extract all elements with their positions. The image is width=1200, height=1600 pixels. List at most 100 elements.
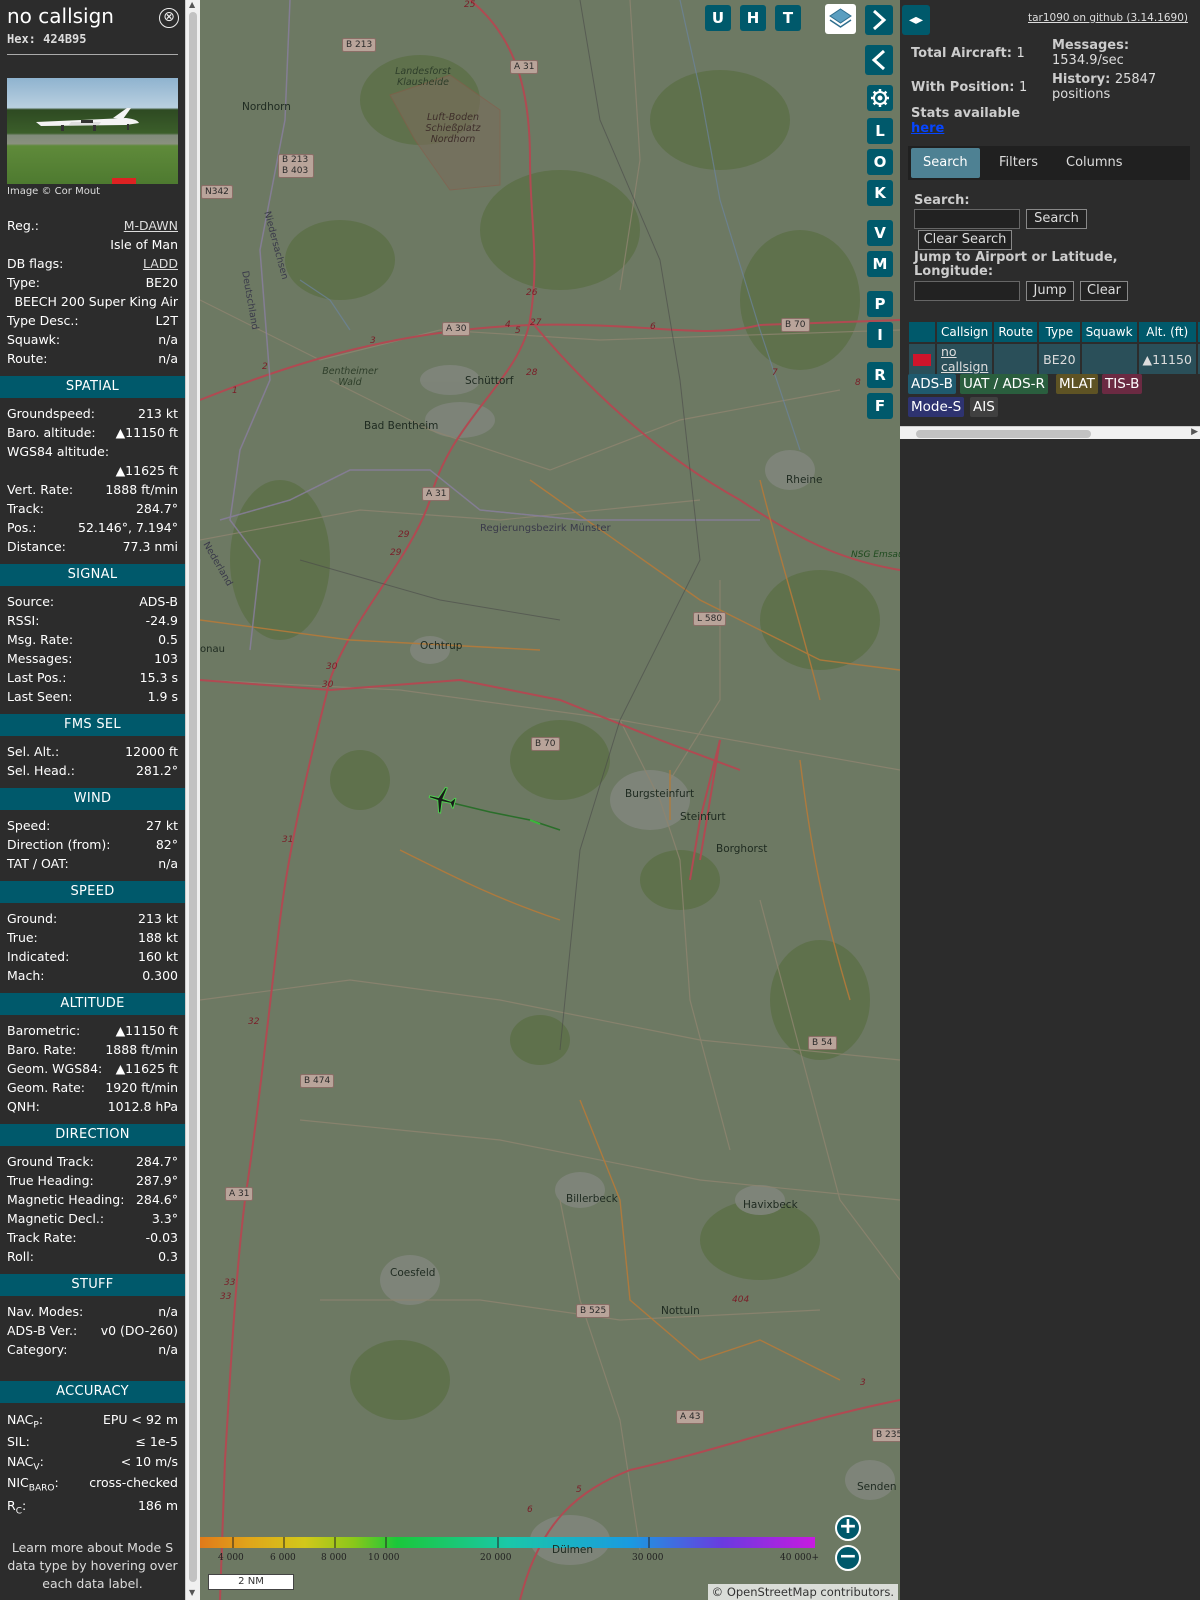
detail-label: TAT / OAT: [7,856,69,871]
hex-code: Hex: 424B95 [0,32,185,46]
button-m[interactable]: M [867,251,893,277]
close-icon[interactable]: ⊗ [159,8,179,28]
source-chip-uat-ads-r[interactable]: UAT / ADS-R [960,374,1048,394]
detail-value: 284.7° [135,501,178,516]
detail-label: Vert. Rate: [7,482,74,497]
detail-row: Squawk: n/a [0,330,185,349]
detail-row: DB flags: LADD [0,254,185,273]
junction-number: 3 [860,1378,866,1388]
zoom-out-button[interactable]: − [835,1545,861,1571]
tab-columns[interactable]: Columns [1054,148,1135,178]
detail-value[interactable]: M-DAWN [124,216,178,235]
sidebar-scrollbar[interactable]: ▲ ▼ [185,0,200,1600]
junction-number: 4 [505,320,511,330]
col-header-alt[interactable]: Alt. (ft) [1138,322,1196,342]
button-r[interactable]: R [867,362,893,388]
button-u[interactable]: U [705,5,731,31]
detail-row: True Heading: 287.9° [0,1171,185,1190]
button-f[interactable]: F [867,393,893,419]
detail-row: Geom. WGS84: ▲11625 ft [0,1059,185,1078]
button-h[interactable]: H [740,5,766,31]
button-k[interactable]: K [867,180,893,206]
button-t[interactable]: T [775,5,801,31]
col-header-flag[interactable] [909,322,935,342]
osm-link[interactable]: OpenStreetMap [727,1585,817,1599]
detail-value: L2T [155,313,178,328]
source-chip-mlat[interactable]: MLAT [1056,374,1098,394]
forest-label: Bentheimer Wald [322,366,378,388]
source-chip-ads-b[interactable]: ADS-B [908,374,956,394]
jump-button[interactable]: Jump [1026,281,1074,301]
junction-number: 30 [326,662,338,672]
toggle-sidebar-icon[interactable]: ◂▸ [902,5,930,35]
source-chip-mode-s[interactable]: Mode-S [908,397,965,417]
junction-number: 25 [464,0,476,10]
col-header-squawk[interactable]: Squawk [1081,322,1137,342]
col-header-callsign[interactable]: Callsign [937,322,993,342]
table-row[interactable]: no callsign BE20 ▲11150 [909,344,1200,374]
detail-label: Magnetic Decl.: [7,1211,105,1226]
button-l[interactable]: L [867,118,893,144]
aircraft-marker-icon[interactable] [427,785,457,815]
clear-button[interactable]: Clear [1080,281,1128,301]
scroll-right-icon[interactable]: ▶ [1191,427,1198,437]
chevron-right-icon[interactable] [865,5,893,35]
nicbaro-label: NICBARO: [7,1475,59,1494]
detail-row: Baro. altitude: ▲11150 ft [0,423,185,442]
zoom-in-button[interactable]: + [835,1515,861,1541]
sidebar-scroll-thumb[interactable] [189,12,197,1582]
stats-link[interactable]: here [911,121,944,136]
aircraft-details-sidebar: no callsign ⊗ Hex: 424B95 Image © Cor Mo… [0,0,185,1600]
button-p[interactable]: P [867,291,893,317]
detail-value[interactable]: LADD [143,254,178,273]
rc-label: RC: [7,1498,27,1517]
gear-icon[interactable] [867,85,893,111]
jump-label: Jump to Airport or Latitude, Longitude: [914,250,1118,279]
legend-tick: 8 000 [321,1553,347,1563]
detail-row: Pos.: 52.146°, 7.194° [0,518,185,537]
source-chip-tis-b[interactable]: TIS-B [1102,374,1143,394]
detail-label: True: [7,930,38,945]
map-view[interactable]: Nordhorn Schüttorf Bad Bentheim Ochtrup … [200,0,900,1600]
layers-button[interactable] [825,4,856,34]
search-input[interactable] [914,209,1020,229]
junction-number: 8 [855,378,861,388]
nicbaro-value: cross-checked [89,1475,178,1490]
tab-search[interactable]: Search [911,148,980,178]
chevron-left-icon[interactable] [865,45,893,75]
nacp-value: EPU < 92 m [102,1412,178,1427]
section-header-direction: DIRECTION [0,1124,185,1146]
photo-credit: Image © Cor Mout [7,186,101,197]
source-chip-ais[interactable]: AIS [970,397,998,417]
col-header-type[interactable]: Type [1039,322,1080,342]
detail-label: Barometric: [7,1023,81,1038]
detail-row: Msg. Rate: 0.5 [0,630,185,649]
button-o[interactable]: O [867,149,893,175]
clear-search-button[interactable]: Clear Search [918,230,1012,250]
search-button[interactable]: Search [1026,209,1087,229]
detail-label: Track Rate: [7,1230,77,1245]
detail-value: 1920 ft/min [105,1080,178,1095]
detail-value: 27 kt [145,818,178,833]
tab-filters[interactable]: Filters [987,148,1050,178]
github-link[interactable]: tar1090 on github (3.14.1690) [1028,12,1188,24]
button-v[interactable]: V [867,220,893,246]
scroll-down-icon[interactable]: ▼ [189,1588,195,1597]
table-horizontal-scrollbar[interactable]: ▶ [900,426,1200,439]
horizontal-scroll-thumb[interactable] [916,430,1091,438]
place-label: Senden [857,1481,897,1493]
detail-row: Isle of Man [0,235,185,254]
place-label: Bad Bentheim [364,420,439,432]
detail-value: 160 kt [138,949,178,964]
jump-input[interactable] [914,281,1020,301]
callsign-cell[interactable]: no callsign [937,344,993,374]
junction-number: 31 [282,835,294,845]
col-header-route[interactable]: Route [994,322,1038,342]
aircraft-photo[interactable] [7,78,178,184]
road-tag: B 213 [342,38,377,52]
legend-tick: 20 000 [480,1553,512,1563]
scroll-up-icon[interactable]: ▲ [189,0,195,9]
place-label: Steinfurt [680,811,726,823]
region-label: Regierungsbezirk Münster [480,523,611,534]
button-i[interactable]: I [867,322,893,348]
